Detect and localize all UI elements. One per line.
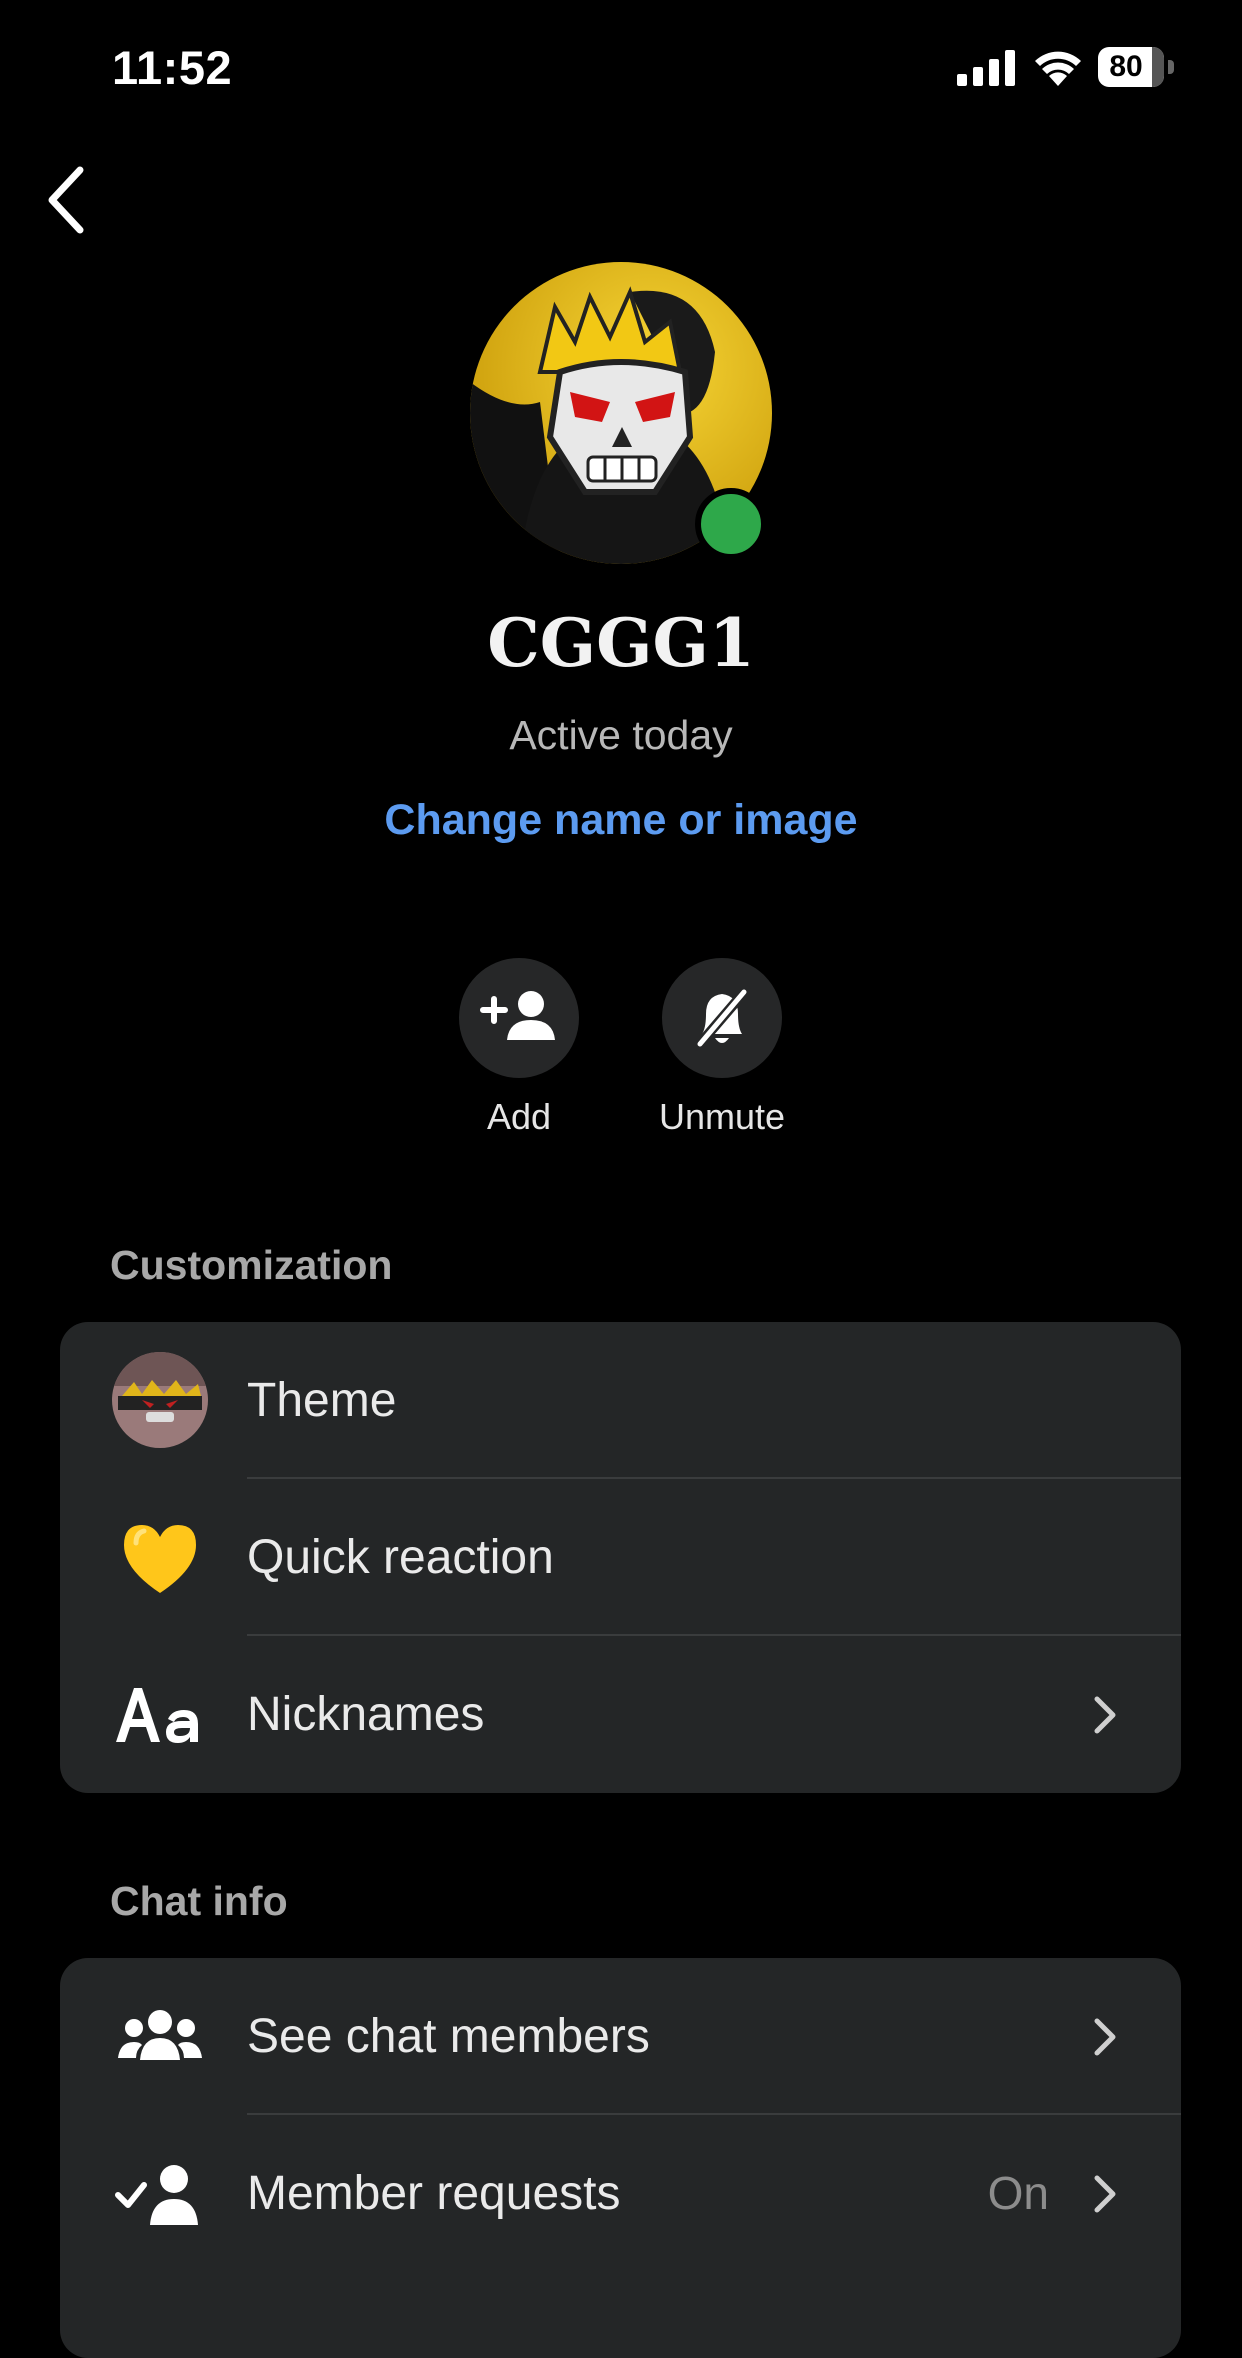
add-button-circle[interactable]: [459, 958, 579, 1078]
battery-level: 80: [1109, 50, 1143, 83]
theme-label: Theme: [247, 1374, 397, 1427]
back-chevron-icon[interactable]: [40, 160, 92, 240]
nicknames-row[interactable]: Nicknames: [60, 1636, 1181, 1793]
yellow-heart-icon: [124, 1525, 196, 1593]
chevron-right-icon: [1094, 2175, 1116, 2213]
member-requests-value: On: [987, 2167, 1049, 2219]
status-time: 11:52: [112, 41, 233, 94]
chat-info-card: See chat members Member requests On: [60, 1958, 1181, 2358]
add-label: Add: [486, 1096, 552, 1137]
people-group-icon: [118, 2010, 202, 2060]
cellular-signal-icon: [957, 50, 1015, 86]
bell-muted-icon: [693, 985, 751, 1051]
profile-name: CGGG1: [487, 604, 755, 682]
battery-icon: 80: [1098, 47, 1176, 87]
member-requests-row[interactable]: Member requests On: [60, 2115, 1181, 2272]
see-chat-members-label: See chat members: [247, 2010, 650, 2063]
person-check-icon: [115, 2165, 198, 2225]
change-name-or-image-link[interactable]: Change name or image: [0, 796, 1242, 845]
theme-row[interactable]: Theme: [60, 1322, 1181, 1479]
chevron-right-icon: [1094, 2018, 1116, 2056]
customization-card: Theme Quick reaction Nicknames: [60, 1322, 1181, 1793]
add-person-icon: [480, 991, 555, 1040]
member-requests-label: Member requests: [247, 2167, 621, 2220]
online-status-dot: [695, 488, 767, 560]
add-button[interactable]: Add: [419, 958, 619, 1138]
unmute-label: Unmute: [658, 1096, 786, 1137]
text-aa-icon: [116, 1688, 198, 1743]
see-chat-members-row[interactable]: See chat members: [60, 1958, 1181, 2115]
wifi-icon: [1035, 51, 1081, 86]
quick-reaction-label: Quick reaction: [247, 1531, 554, 1584]
quick-reaction-row[interactable]: Quick reaction: [60, 1479, 1181, 1636]
customization-section-title: Customization: [110, 1242, 393, 1288]
status-bar: 11:52 80: [0, 0, 1242, 134]
unmute-button-circle[interactable]: [662, 958, 782, 1078]
activity-status: Active today: [509, 712, 733, 758]
nicknames-label: Nicknames: [247, 1688, 485, 1741]
chat-info-section-title: Chat info: [110, 1878, 288, 1924]
unmute-button[interactable]: Unmute: [622, 958, 822, 1138]
chevron-right-icon: [1094, 1696, 1116, 1734]
theme-thumbnail-icon: [112, 1352, 208, 1448]
